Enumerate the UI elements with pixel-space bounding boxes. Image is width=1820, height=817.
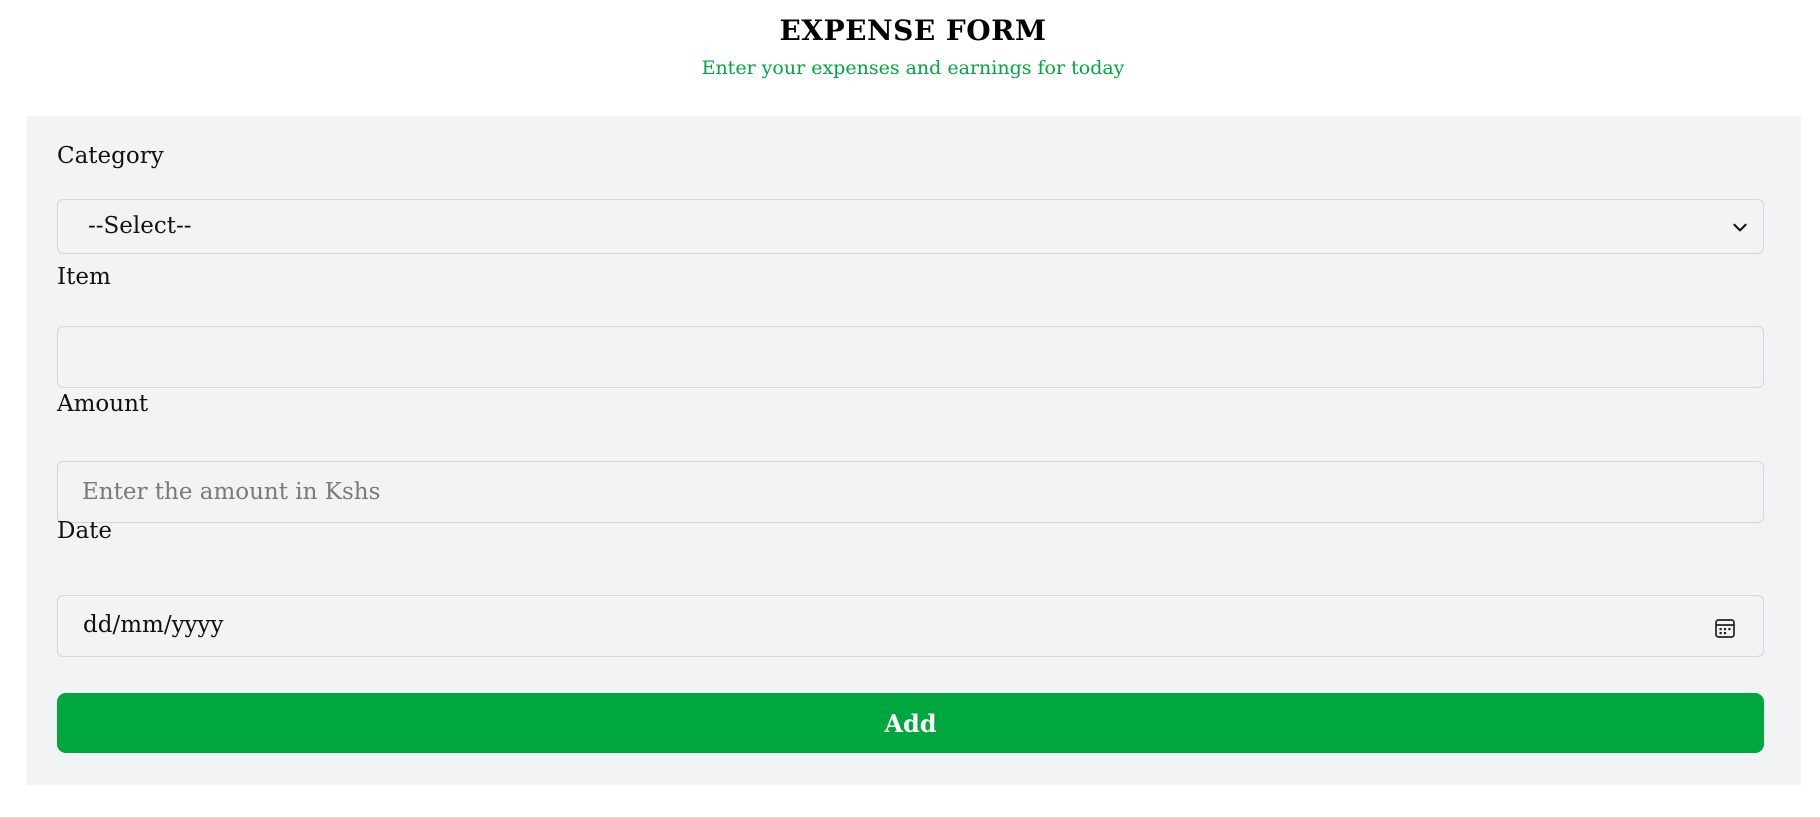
date-input[interactable]: dd/mm/yyyy [57,595,1764,657]
calendar-icon[interactable] [1713,616,1737,640]
item-input[interactable] [57,326,1764,388]
page-title: EXPENSE FORM [779,14,1047,47]
date-label: Date [57,518,113,544]
page-subtitle: Enter your expenses and earnings for tod… [701,57,1125,79]
category-label: Category [57,143,164,169]
amount-label: Amount [57,391,149,417]
category-selected-value: --Select-- [88,213,192,239]
item-label: Item [57,264,111,290]
chevron-down-icon [1733,223,1747,232]
add-button[interactable]: Add [57,693,1764,753]
amount-input[interactable] [57,461,1764,523]
date-value: dd/mm/yyyy [83,612,224,638]
expense-form: Category --Select-- Item Amount Date dd/… [27,116,1801,785]
category-select[interactable]: --Select-- [57,199,1764,254]
